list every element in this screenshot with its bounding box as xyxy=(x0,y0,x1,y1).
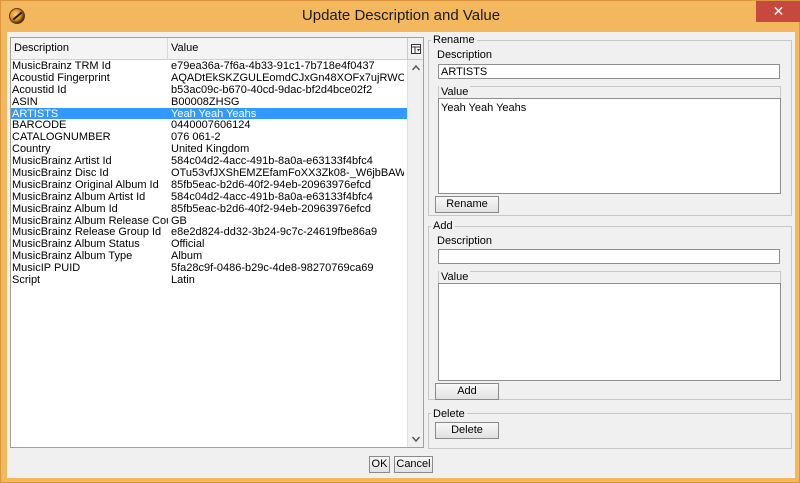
row-description-cell: MusicBrainz Release Group Id xyxy=(12,226,162,239)
row-description-cell: CATALOGNUMBER xyxy=(12,131,111,144)
table-row[interactable]: MusicBrainz Album Release CountryGB xyxy=(11,215,407,227)
row-description-cell: MusicBrainz Original Album Id xyxy=(12,178,159,191)
close-button[interactable]: ✕ xyxy=(756,1,800,22)
dialog-body: Description Value MusicBrainz TRM Id e79e… xyxy=(7,32,795,478)
table-row[interactable]: MusicBrainz Release Group Id e8e2d824-dd3… xyxy=(11,226,407,238)
table-rows: MusicBrainz TRM Id e79ea36a-7f6a-4b33-91c… xyxy=(11,60,407,286)
add-value-group: Value xyxy=(438,271,781,381)
rename-value-label: Value xyxy=(439,86,471,98)
cancel-button[interactable]: Cancel xyxy=(394,456,433,473)
table-row[interactable]: MusicIP PUID 5fa28c9f-0486-b29c-4de8-9827… xyxy=(11,262,407,274)
row-description-cell: ARTISTS xyxy=(12,107,59,120)
row-description-cell: BARCODE xyxy=(12,119,67,132)
edit-panel: Rename Description Value Yeah Yeah Yeahs… xyxy=(428,32,795,452)
table-row[interactable]: BARCODE 0440007606124 xyxy=(11,119,407,131)
table-row[interactable]: ARTISTS Yeah Yeah Yeahs xyxy=(11,107,407,120)
table-row[interactable]: MusicBrainz Album Id 85fb5eac-b2d6-40f2-9… xyxy=(11,203,407,215)
add-description-input[interactable] xyxy=(438,249,780,264)
title-bar[interactable]: Update Description and Value ✕ xyxy=(1,1,800,32)
row-value-cell: GB xyxy=(171,214,187,227)
row-description-cell: MusicIP PUID xyxy=(12,262,81,275)
add-group-label: Add xyxy=(431,220,455,232)
row-value-cell: 5fa28c9f-0486-b29c-4de8-98270769ca69 xyxy=(171,262,374,275)
table-row[interactable]: Acoustid Fingerprint AQADtEkSKZGULEomdCJx… xyxy=(11,72,407,84)
dialog-footer: OK Cancel xyxy=(7,452,795,478)
table-row[interactable]: MusicBrainz Original Album Id 85fb5eac-b2… xyxy=(11,179,407,191)
rename-group: Rename Description Value Yeah Yeah Yeahs… xyxy=(428,34,792,216)
row-value-cell: 0440007606124 xyxy=(171,119,251,132)
add-button[interactable]: Add xyxy=(435,383,499,400)
table-row[interactable]: CATALOGNUMBER 076 061-2 xyxy=(11,131,407,143)
table-header: Description Value xyxy=(11,38,407,60)
column-header-value[interactable]: Value xyxy=(168,38,407,60)
row-description-cell: MusicBrainz Artist Id xyxy=(12,155,112,168)
row-description-cell: Acoustid Fingerprint xyxy=(12,71,110,84)
row-value-cell: United Kingdom xyxy=(171,143,250,156)
metadata-table: Description Value MusicBrainz TRM Id e79e… xyxy=(10,37,424,448)
table-row[interactable]: Script Latin xyxy=(11,274,407,286)
table-row[interactable]: MusicBrainz Album Status Official xyxy=(11,238,407,250)
row-value-cell: Yeah Yeah Yeahs xyxy=(171,107,257,120)
row-value-cell: e8e2d824-dd32-3b24-9c7c-24619fbe86a9 xyxy=(171,226,378,239)
table-row[interactable]: MusicBrainz Disc Id OTu53vfJXShEMZEfamFoX… xyxy=(11,167,407,179)
close-icon: ✕ xyxy=(772,3,785,19)
delete-group: Delete Delete xyxy=(428,408,792,449)
scroll-up-icon[interactable] xyxy=(408,60,424,76)
row-description-cell: MusicBrainz Album Status xyxy=(12,238,140,251)
row-value-cell: 076 061-2 xyxy=(171,131,221,144)
row-description-cell: Country xyxy=(12,143,51,156)
row-value-cell: 85fb5eac-b2d6-40f2-94eb-20963976efcd xyxy=(171,178,371,191)
row-description-cell: ASIN xyxy=(12,95,38,108)
row-description-cell: Acoustid Id xyxy=(12,83,67,96)
scroll-down-icon[interactable] xyxy=(408,431,424,447)
row-value-cell: OTu53vfJXShEMZEfamFoXX3Zk08-_W6jbBAWpg2Y… xyxy=(171,167,404,179)
table-row[interactable]: MusicBrainz Album Type Album xyxy=(11,250,407,262)
row-value-cell: 584c04d2-4acc-491b-8a0a-e63133f4bfc4 xyxy=(171,155,373,168)
rename-button[interactable]: Rename xyxy=(435,196,499,213)
row-value-cell: e79ea36a-7f6a-4b33-91c1-7b718e4f0437 xyxy=(171,60,375,72)
dialog-window: Update Description and Value ✕ Descripti… xyxy=(0,0,800,483)
row-value-cell: b53ac09c-b670-40cd-9dac-bf2d4bce02f2 xyxy=(171,83,373,96)
row-description-cell: MusicBrainz Album Artist Id xyxy=(12,190,146,203)
table-row[interactable]: MusicBrainz Album Artist Id 584c04d2-4acc… xyxy=(11,191,407,203)
row-description-cell: MusicBrainz Disc Id xyxy=(12,167,109,179)
row-description-cell: MusicBrainz TRM Id xyxy=(12,60,111,72)
row-value-cell: 584c04d2-4acc-491b-8a0a-e63133f4bfc4 xyxy=(171,190,373,203)
row-description-cell: MusicBrainz Album Release Country xyxy=(12,214,168,227)
column-chooser-icon xyxy=(411,44,421,54)
rename-group-label: Rename xyxy=(431,34,477,46)
table-scrollbar[interactable] xyxy=(407,60,423,447)
row-value-cell: Latin xyxy=(171,274,195,286)
table-row[interactable]: MusicBrainz TRM Id e79ea36a-7f6a-4b33-91c… xyxy=(11,60,407,72)
add-value-textarea[interactable] xyxy=(438,283,781,381)
table-row[interactable]: MusicBrainz Artist Id 584c04d2-4acc-491b-… xyxy=(11,155,407,167)
window-title: Update Description and Value xyxy=(301,7,501,24)
rename-value-textarea[interactable]: Yeah Yeah Yeahs xyxy=(438,98,781,194)
rename-description-label: Description xyxy=(437,49,493,61)
add-group: Add Description Value Add xyxy=(428,220,792,400)
delete-button[interactable]: Delete xyxy=(435,422,499,439)
row-description-cell: MusicBrainz Album Id xyxy=(12,202,118,215)
add-value-label: Value xyxy=(439,271,471,283)
row-value-cell: Official xyxy=(171,238,205,251)
table-row[interactable]: Country United Kingdom xyxy=(11,143,407,155)
row-description-cell: Script xyxy=(12,274,41,286)
table-row[interactable]: ASIN B00008ZHSG xyxy=(11,96,407,108)
add-description-label: Description xyxy=(437,235,493,247)
column-header-description[interactable]: Description xyxy=(11,38,168,60)
row-value-cell: Album xyxy=(171,250,203,263)
row-description-cell: MusicBrainz Album Type xyxy=(12,250,133,263)
delete-group-label: Delete xyxy=(431,408,467,420)
rename-value-group: Value Yeah Yeah Yeahs xyxy=(438,86,781,194)
row-value-cell: B00008ZHSG xyxy=(171,95,240,108)
ok-button[interactable]: OK xyxy=(369,456,390,473)
row-value-cell: 85fb5eac-b2d6-40f2-94eb-20963976efcd xyxy=(171,202,371,215)
table-row[interactable]: Acoustid Id b53ac09c-b670-40cd-9dac-bf2d4… xyxy=(11,84,407,96)
rename-description-input[interactable] xyxy=(438,64,780,79)
row-value-cell: AQADtEkSKZGULEomdCJxGn48XOFx7ujRWCwe8ji.… xyxy=(171,71,404,84)
column-chooser-button[interactable] xyxy=(407,38,423,60)
